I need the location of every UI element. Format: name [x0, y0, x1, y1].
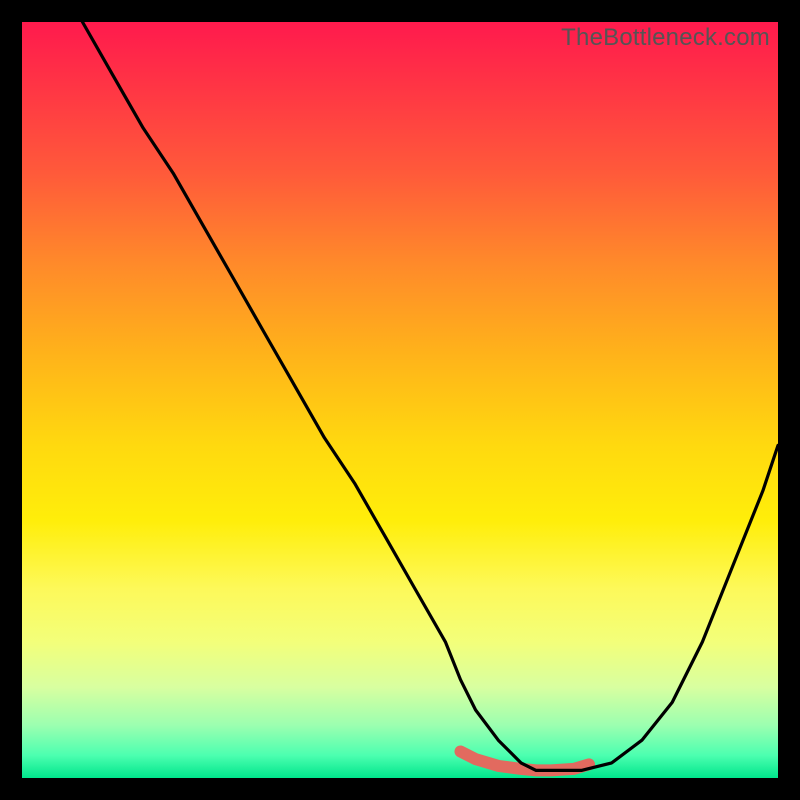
- optimal-range-highlight: [461, 752, 590, 771]
- chart-svg: [22, 22, 778, 778]
- bottleneck-curve: [83, 22, 779, 770]
- plot-area: TheBottleneck.com: [22, 22, 778, 778]
- chart-frame: TheBottleneck.com: [0, 0, 800, 800]
